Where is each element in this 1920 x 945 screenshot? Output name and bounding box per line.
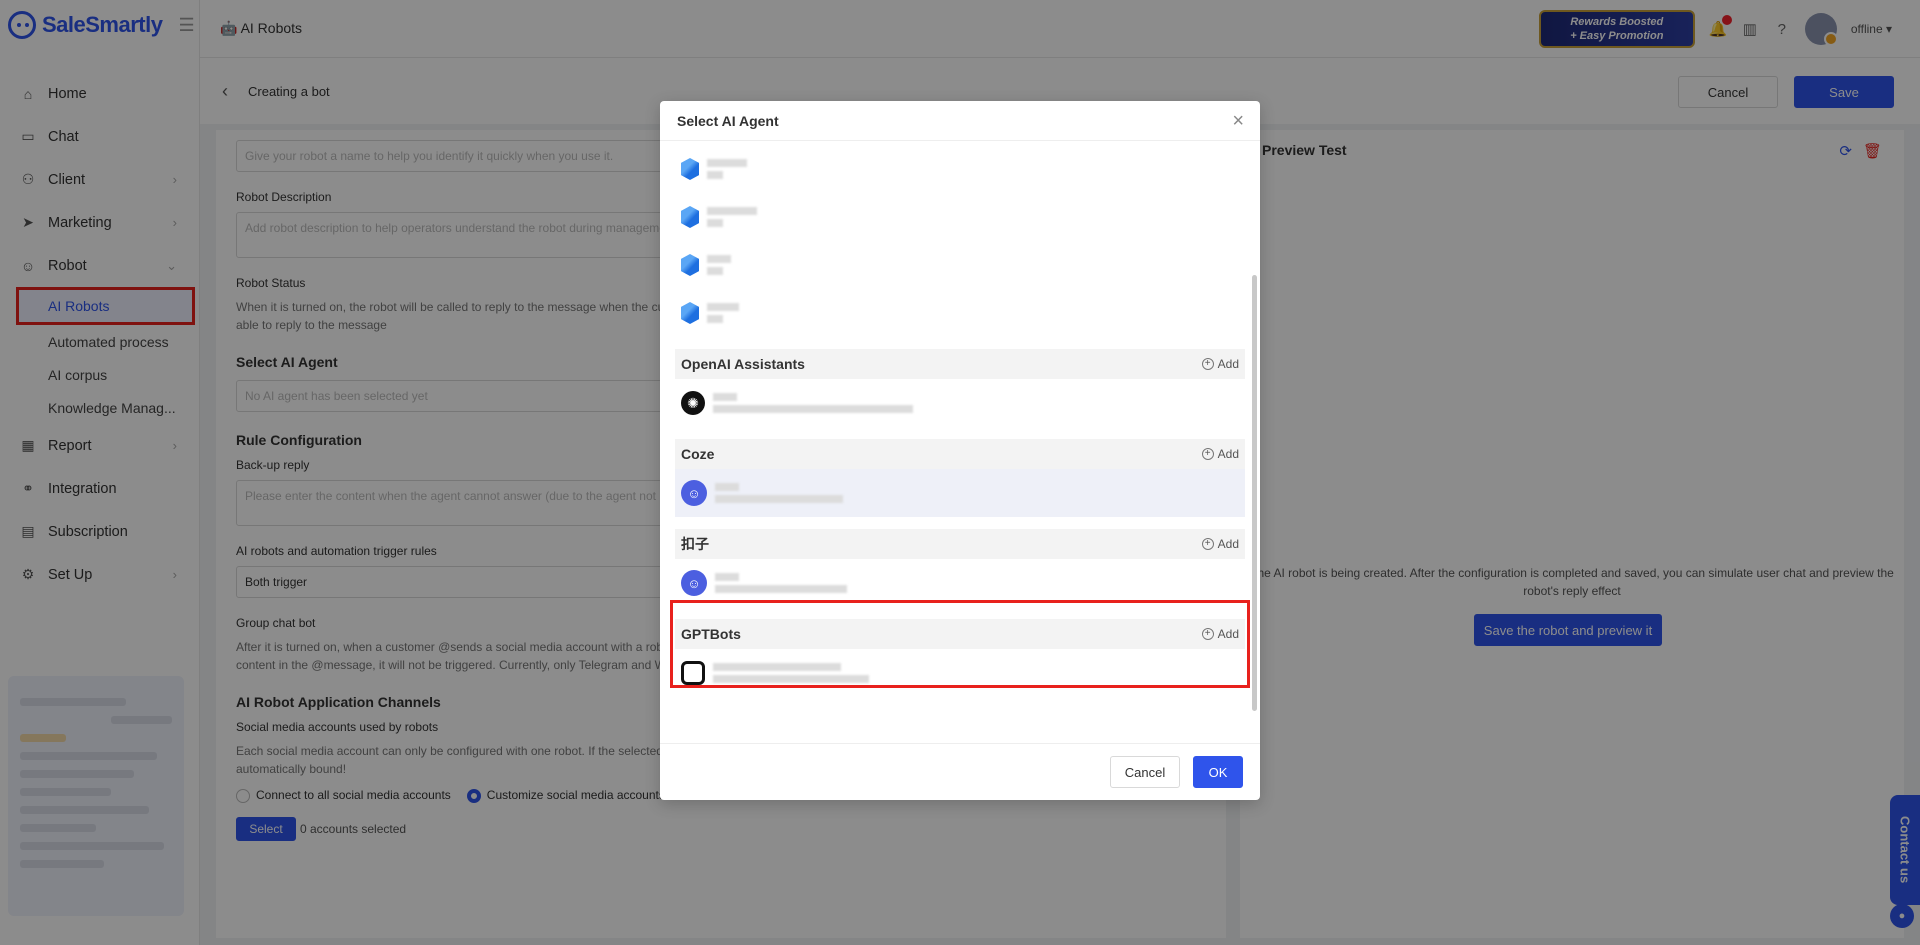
modal-cancel-button[interactable]: Cancel — [1110, 756, 1180, 788]
add-label: Add — [1217, 627, 1239, 641]
coze-icon: ☺ — [681, 480, 707, 506]
openai-icon: ✺ — [681, 391, 705, 415]
plus-circle-icon: + — [1201, 358, 1214, 370]
plus-circle-icon: + — [1201, 628, 1214, 640]
agent-list: OpenAI Assistants + Add ✺ Coze + Add ☺ 扣子 + Ad… — [660, 141, 1260, 743]
plus-circle-icon: + — [1201, 448, 1214, 460]
agent-item[interactable] — [675, 241, 1245, 289]
agent-item[interactable]: ✺ — [675, 379, 1245, 427]
cube-icon — [681, 206, 699, 228]
cube-icon — [681, 302, 699, 324]
group-header-openai: OpenAI Assistants + Add — [675, 349, 1245, 379]
modal-ok-button[interactable]: OK — [1193, 756, 1243, 788]
group-header-gptbots: GPTBots + Add — [675, 619, 1245, 649]
add-label: Add — [1217, 357, 1239, 371]
add-label: Add — [1217, 447, 1239, 461]
agent-item[interactable] — [675, 193, 1245, 241]
plus-circle-icon: + — [1201, 538, 1214, 550]
select-agent-modal: Select AI Agent × OpenAI Assistants + Add … — [660, 101, 1260, 800]
scrollbar[interactable] — [1252, 275, 1257, 711]
agent-item-selected[interactable]: ☺ — [675, 469, 1245, 517]
group-header-kouzi: 扣子 + Add — [675, 529, 1245, 559]
modal-footer: Cancel OK — [660, 743, 1260, 800]
modal-header: Select AI Agent × — [660, 101, 1260, 141]
group-header-coze: Coze + Add — [675, 439, 1245, 469]
gptbots-icon — [681, 661, 705, 685]
cube-icon — [681, 254, 699, 276]
add-coze-button[interactable]: + Add — [1201, 447, 1239, 461]
group-title: OpenAI Assistants — [681, 356, 805, 372]
agent-item[interactable] — [675, 649, 1245, 697]
add-openai-button[interactable]: + Add — [1201, 357, 1239, 371]
group-title: Coze — [681, 446, 715, 462]
modal-title: Select AI Agent — [677, 113, 779, 129]
group-title: GPTBots — [681, 626, 741, 642]
kouzi-icon: ☺ — [681, 570, 707, 596]
agent-item[interactable] — [675, 289, 1245, 337]
agent-item[interactable] — [675, 145, 1245, 193]
agent-item[interactable]: ☺ — [675, 559, 1245, 607]
close-icon[interactable]: × — [1232, 110, 1244, 133]
cube-icon — [681, 158, 699, 180]
add-gptbots-button[interactable]: + Add — [1201, 627, 1239, 641]
add-label: Add — [1217, 537, 1239, 551]
group-title: 扣子 — [681, 536, 709, 552]
add-kouzi-button[interactable]: + Add — [1201, 537, 1239, 551]
